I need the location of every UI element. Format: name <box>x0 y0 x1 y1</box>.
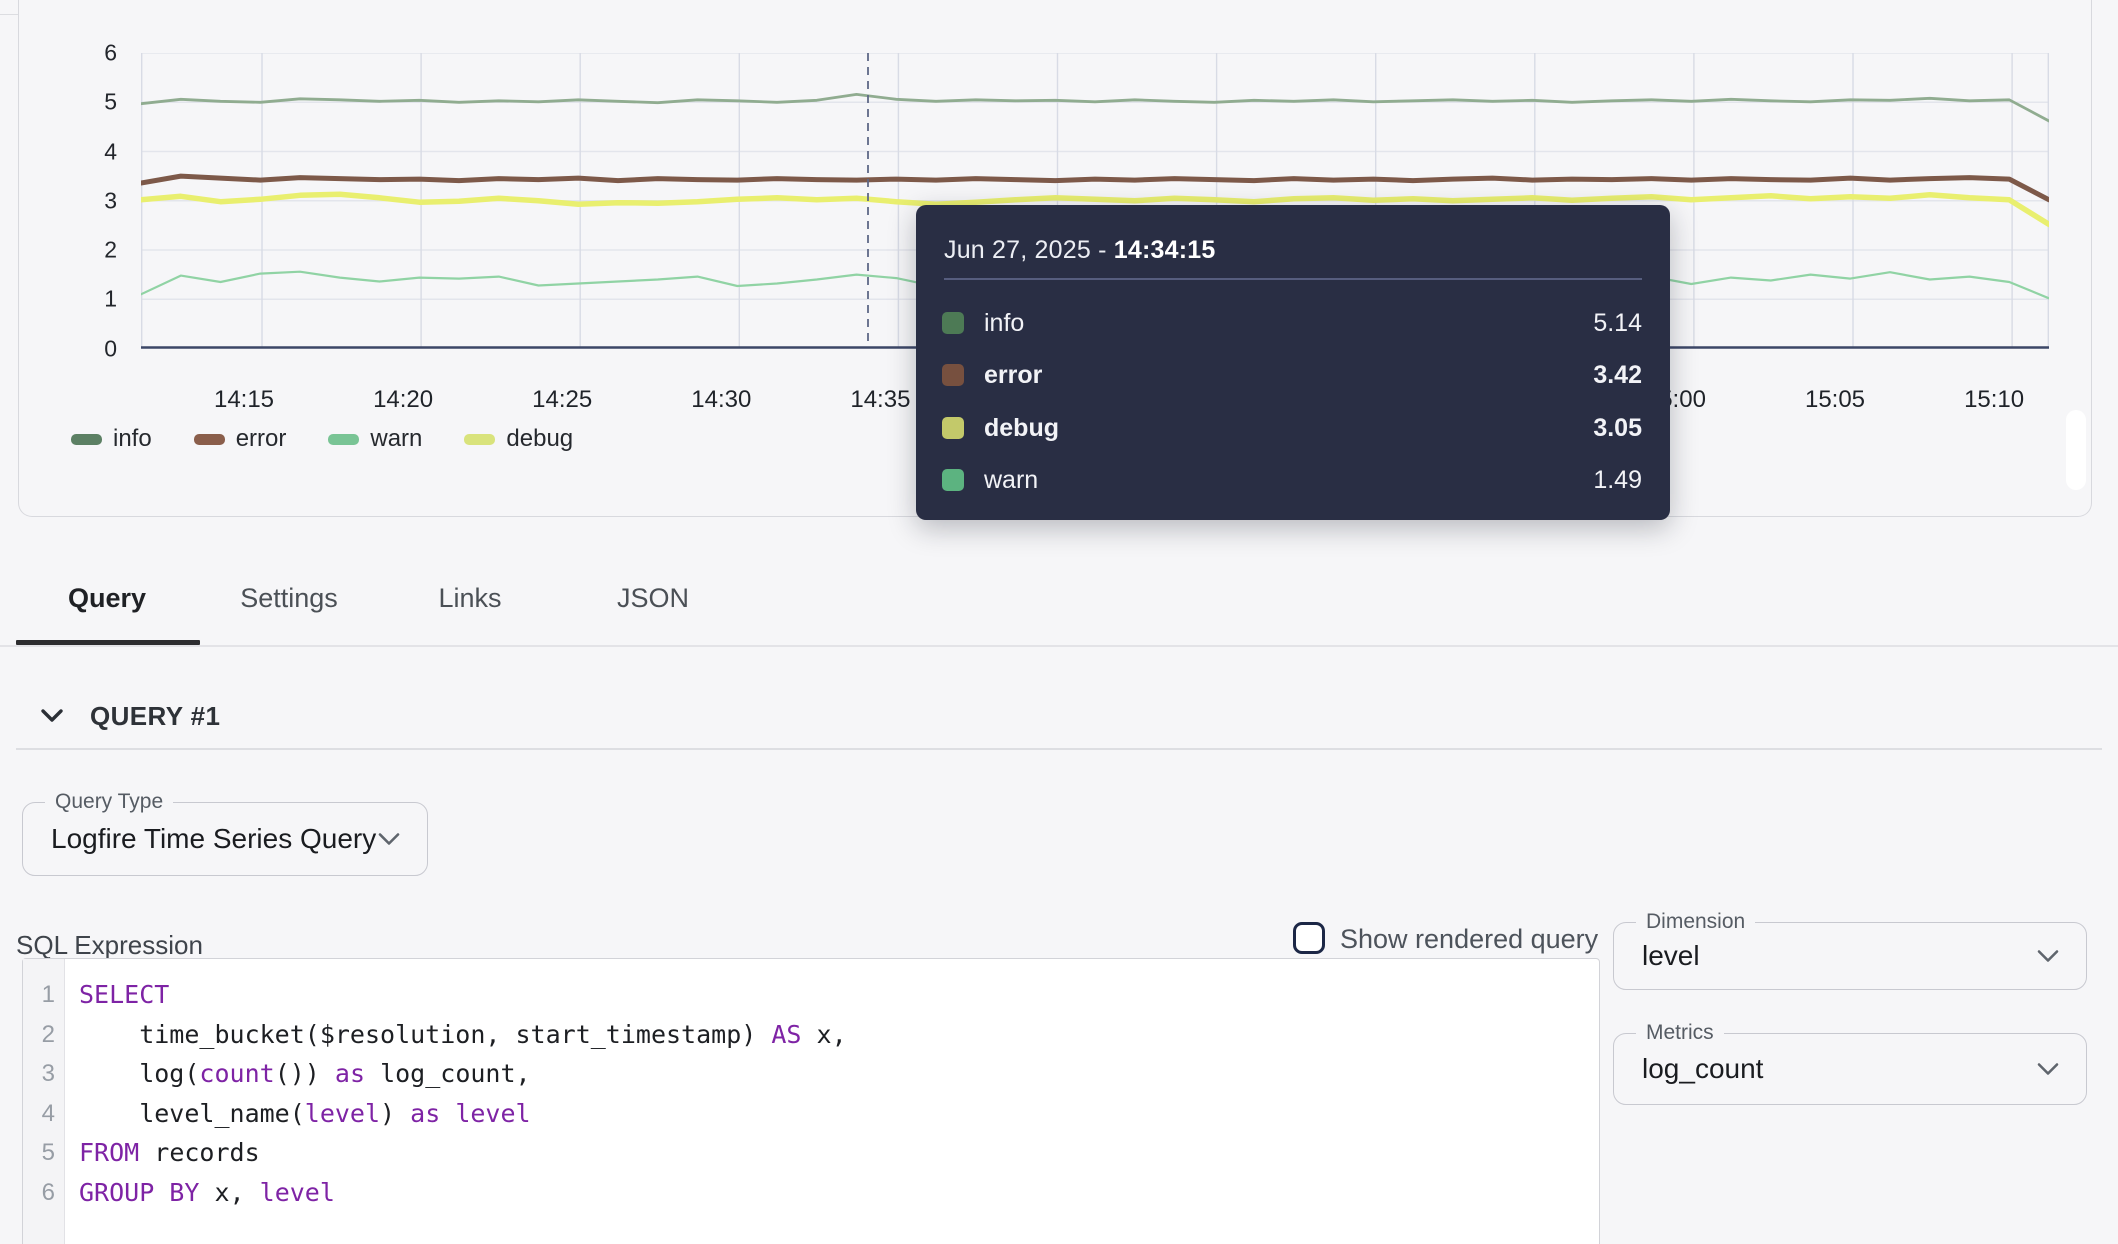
line-number: 6 <box>23 1173 64 1213</box>
tooltip-series-value: 3.42 <box>1593 361 1642 389</box>
x-tick-label: 14:20 <box>348 386 458 414</box>
chevron-down-icon[interactable] <box>40 708 64 724</box>
tab-bar-divider <box>0 645 2118 647</box>
y-tick-label: 1 <box>57 286 117 313</box>
line-number: 3 <box>23 1054 64 1094</box>
dimension-label: Dimension <box>1636 910 1755 934</box>
show-rendered-query-label: Show rendered query <box>1340 924 1598 955</box>
legend-item-error[interactable]: error <box>194 425 287 453</box>
legend-label: error <box>236 425 287 453</box>
dimension-value: level <box>1642 940 1700 972</box>
tooltip-series-value: 3.05 <box>1593 414 1642 442</box>
tooltip-divider <box>944 278 1642 280</box>
line-number: 4 <box>23 1094 64 1134</box>
dimension-select[interactable]: Dimension level <box>1613 922 2087 990</box>
tooltip-row-debug: debug 3.05 <box>916 414 1670 444</box>
x-tick-label: 15:05 <box>1780 386 1890 414</box>
query-type-value: Logfire Time Series Query <box>51 823 376 855</box>
tooltip-series-label: debug <box>984 414 1059 442</box>
legend-swatch-icon <box>71 434 102 445</box>
tab-query[interactable]: Query <box>68 583 146 614</box>
line-number: 2 <box>23 1015 64 1055</box>
tooltip-row-warn: warn 1.49 <box>916 466 1670 496</box>
legend-swatch-icon <box>464 434 495 445</box>
y-tick-label: 3 <box>57 187 117 214</box>
x-tick-label: 15:10 <box>1939 386 2049 414</box>
query-section-divider <box>16 748 2102 750</box>
query-section-header[interactable]: QUERY #1 <box>40 700 220 732</box>
legend-label: debug <box>506 425 573 453</box>
x-tick-label: 14:25 <box>507 386 617 414</box>
code-line: log(count()) as log_count, <box>79 1054 847 1094</box>
legend-item-debug[interactable]: debug <box>464 425 573 453</box>
tab-settings[interactable]: Settings <box>240 583 338 614</box>
chevron-down-icon <box>377 832 401 847</box>
legend-swatch-icon <box>328 434 359 445</box>
metrics-label: Metrics <box>1636 1021 1724 1045</box>
line-number: 5 <box>23 1133 64 1173</box>
tooltip-swatch-icon <box>942 469 964 491</box>
tooltip-series-value: 5.14 <box>1593 309 1642 337</box>
code-line: level_name(level) as level <box>79 1094 847 1134</box>
code-line: time_bucket($resolution, start_timestamp… <box>79 1015 847 1055</box>
sql-editor[interactable]: 123456 SELECT time_bucket($resolution, s… <box>22 958 1600 1244</box>
dashboard-page: 6543210 14:1514:2014:2514:3014:3514:4014… <box>0 0 2118 1244</box>
tooltip-series-value: 1.49 <box>1593 466 1642 494</box>
legend-label: warn <box>370 425 422 453</box>
y-tick-label: 0 <box>57 335 117 362</box>
legend-label: info <box>113 425 152 453</box>
legend-swatch-icon <box>194 434 225 445</box>
tooltip-swatch-icon <box>942 417 964 439</box>
tooltip-swatch-icon <box>942 364 964 386</box>
scrollbar-thumb[interactable] <box>2066 410 2086 490</box>
query-type-select[interactable]: Query Type Logfire Time Series Query <box>22 802 428 876</box>
chart-tooltip: Jun 27, 2025 - 14:34:15 info 5.14 error 3.4… <box>916 205 1670 520</box>
chevron-down-icon <box>2036 1062 2060 1077</box>
y-tick-label: 2 <box>57 237 117 264</box>
tooltip-row-info: info 5.14 <box>916 309 1670 339</box>
x-tick-label: 14:30 <box>666 386 776 414</box>
chevron-down-icon <box>2036 949 2060 964</box>
y-tick-label: 6 <box>57 40 117 67</box>
tooltip-timestamp: Jun 27, 2025 - 14:34:15 <box>944 236 1215 265</box>
tab-json[interactable]: JSON <box>617 583 689 614</box>
query-section-title: QUERY #1 <box>90 701 220 732</box>
metrics-select[interactable]: Metrics log_count <box>1613 1033 2087 1105</box>
tooltip-swatch-icon <box>942 312 964 334</box>
tooltip-row-error: error 3.42 <box>916 361 1670 391</box>
show-rendered-query-checkbox[interactable] <box>1293 922 1325 954</box>
tooltip-series-label: error <box>984 361 1042 389</box>
tooltip-series-label: info <box>984 309 1024 337</box>
metrics-value: log_count <box>1642 1053 1763 1085</box>
tab-links[interactable]: Links <box>438 583 501 614</box>
y-tick-label: 4 <box>57 138 117 165</box>
series-line-info <box>141 94 2049 121</box>
line-number: 1 <box>23 975 64 1015</box>
query-type-label: Query Type <box>45 790 173 814</box>
x-tick-label: 14:15 <box>189 386 299 414</box>
editor-code[interactable]: SELECT time_bucket($resolution, start_ti… <box>65 959 847 1244</box>
sql-expression-label: SQL Expression <box>16 930 203 961</box>
chart-legend: info error warn debug <box>71 426 573 452</box>
y-tick-label: 5 <box>57 89 117 116</box>
code-line: GROUP BY x, level <box>79 1173 847 1213</box>
editor-line-numbers: 123456 <box>23 959 65 1244</box>
legend-item-info[interactable]: info <box>71 425 152 453</box>
legend-item-warn[interactable]: warn <box>328 425 422 453</box>
tooltip-series-label: warn <box>984 466 1038 494</box>
code-line: FROM records <box>79 1133 847 1173</box>
code-line: SELECT <box>79 975 847 1015</box>
